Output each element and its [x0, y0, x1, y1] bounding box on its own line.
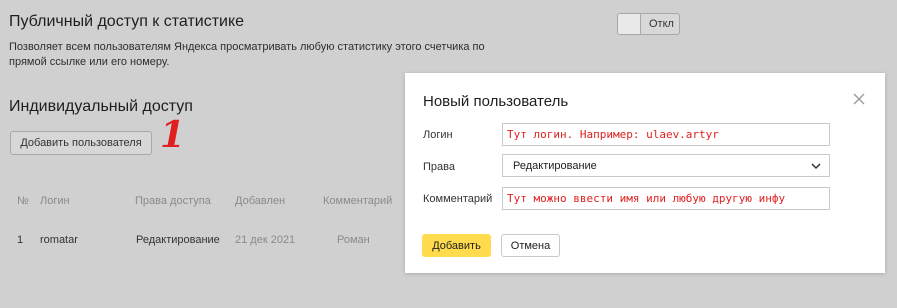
table-header-added: Добавлен: [235, 195, 286, 207]
login-input[interactable]: Тут логин. Например: ulaev.artyr: [502, 123, 830, 146]
login-label: Логин: [423, 129, 453, 141]
table-cell-added: 21 дек 2021: [235, 234, 296, 246]
table-cell-login[interactable]: romatar: [40, 234, 78, 246]
comment-label: Комментарий: [423, 193, 493, 205]
rights-select-value: Редактирование: [513, 160, 597, 172]
cancel-button[interactable]: Отмена: [501, 234, 560, 257]
table-header-login: Логин: [40, 195, 70, 207]
public-access-title: Публичный доступ к статистике: [9, 13, 245, 30]
public-access-description: Позволяет всем пользователям Яндекса про…: [9, 41, 485, 68]
rights-label: Права: [423, 161, 455, 173]
toggle-label: Откл: [649, 18, 674, 30]
comment-input[interactable]: Тут можно ввести имя или любую другую ин…: [502, 187, 830, 210]
annotation-number: 1: [160, 114, 186, 156]
table-cell-comment: Роман: [337, 234, 370, 246]
add-user-button[interactable]: Добавить пользователя: [10, 131, 152, 155]
table-header-comment: Комментарий: [323, 195, 393, 207]
rights-select[interactable]: Редактирование: [502, 154, 830, 177]
table-cell-rights: Редактирование: [136, 234, 220, 246]
table-header-num: №: [17, 195, 29, 207]
table-cell-num: 1: [17, 234, 24, 246]
add-button[interactable]: Добавить: [422, 234, 491, 257]
new-user-modal: Новый пользователь Логин Тут логин. Напр…: [405, 73, 885, 273]
chevron-down-icon: [811, 163, 821, 170]
close-icon[interactable]: [852, 92, 866, 106]
public-access-toggle[interactable]: Откл: [617, 13, 680, 35]
toggle-knob: [618, 14, 641, 34]
modal-title: Новый пользователь: [423, 93, 569, 110]
table-header-rights: Права доступа: [135, 195, 211, 207]
